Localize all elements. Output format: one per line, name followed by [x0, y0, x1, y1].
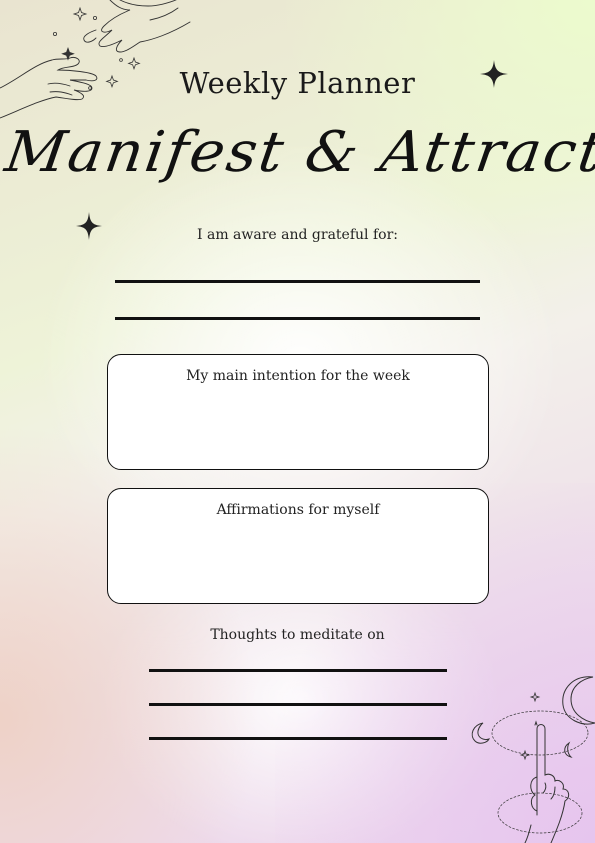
thoughts-prompt: Thoughts to meditate on: [210, 627, 385, 643]
gratitude-prompt: I am aware and grateful for:: [197, 227, 398, 243]
page-title: Weekly Planner: [179, 66, 416, 100]
thoughts-line[interactable]: [149, 737, 447, 740]
gratitude-line[interactable]: [115, 280, 480, 283]
thoughts-line[interactable]: [149, 703, 447, 706]
intention-box[interactable]: My main intention for the week: [107, 354, 489, 470]
script-heading: Manifest & Attract: [1, 120, 595, 185]
thoughts-line[interactable]: [149, 669, 447, 672]
reaching-hands-illustration: [0, 0, 191, 119]
gratitude-line[interactable]: [115, 317, 480, 320]
affirmations-box[interactable]: Affirmations for myself: [107, 488, 489, 604]
affirmations-label: Affirmations for myself: [216, 502, 380, 518]
hand-with-moons-illustration: [471, 676, 595, 843]
intention-label: My main intention for the week: [186, 368, 410, 384]
